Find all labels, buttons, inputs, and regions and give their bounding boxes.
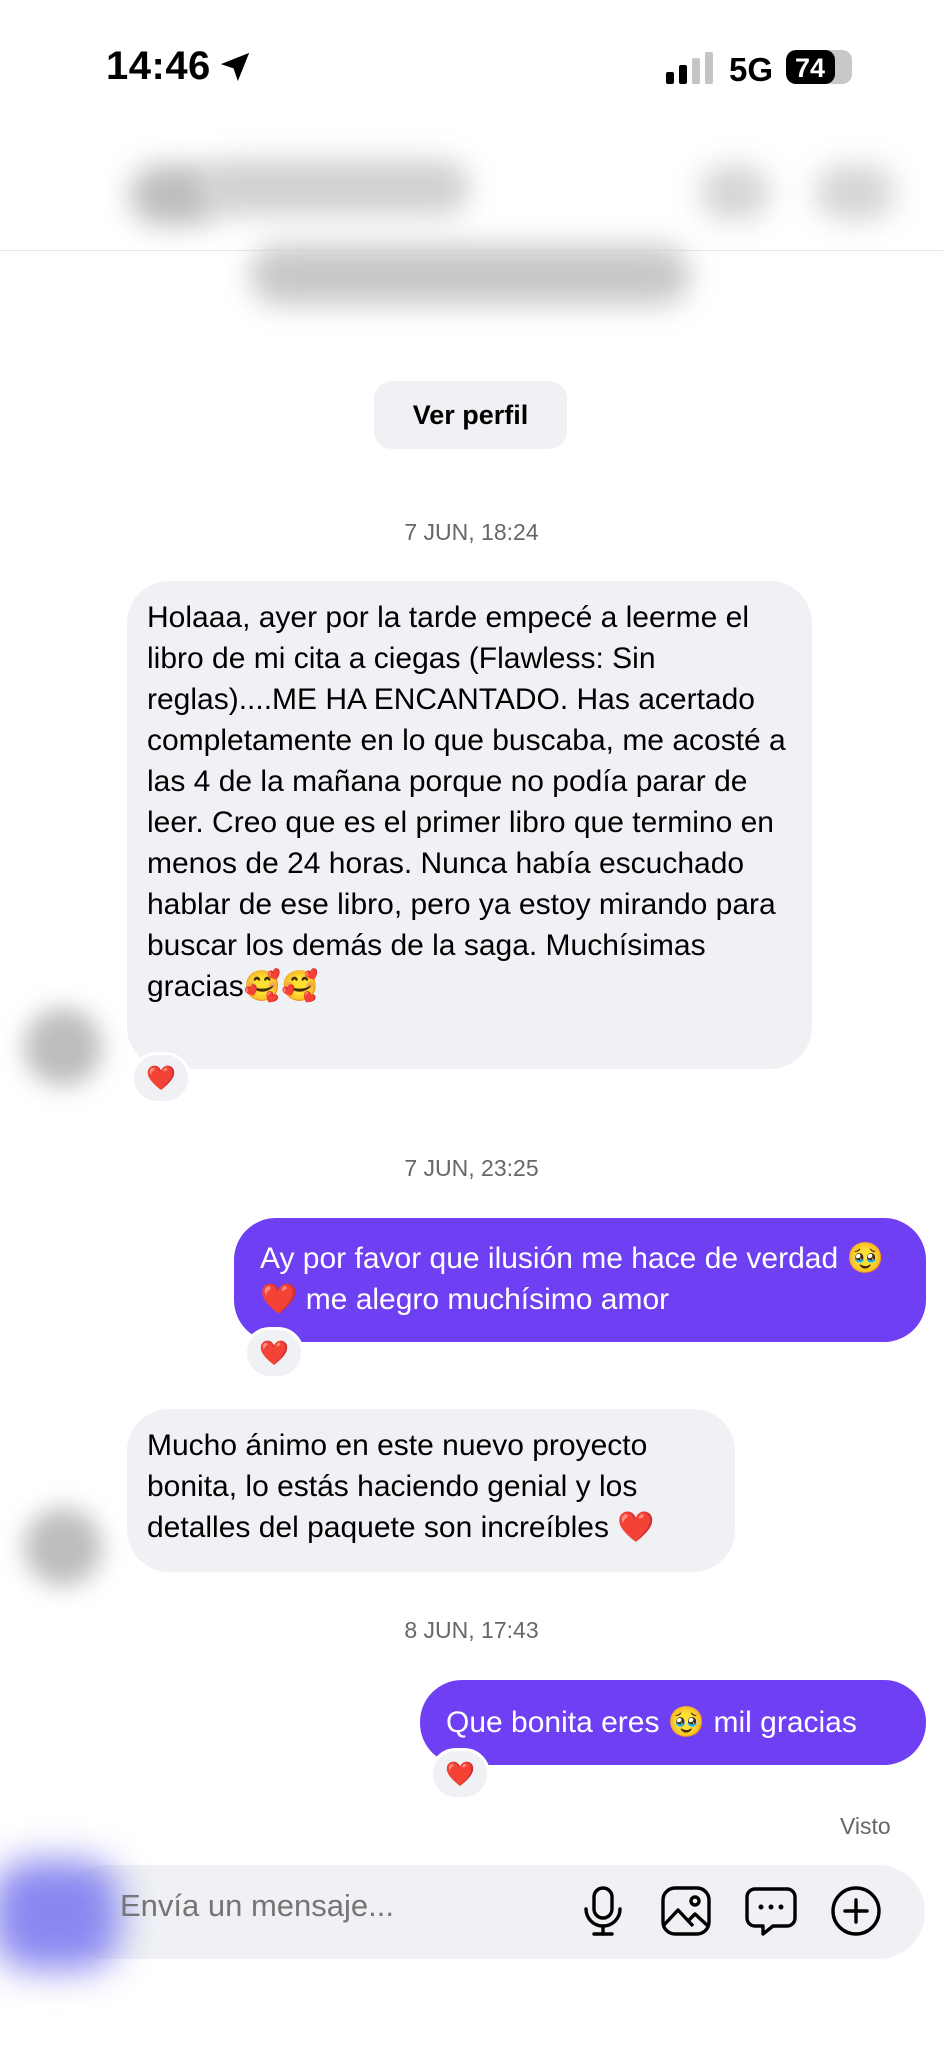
- plus-circle-icon[interactable]: [830, 1885, 882, 1937]
- outgoing-message[interactable]: Ay por favor que ilusión me hace de verd…: [234, 1218, 926, 1342]
- date-separator: 7 JUN, 18:24: [404, 519, 539, 545]
- microphone-icon[interactable]: [577, 1885, 629, 1937]
- location-arrow-icon: [220, 52, 250, 82]
- network-type: 5G: [729, 51, 774, 88]
- outgoing-message[interactable]: Que bonita eres 🥹 mil gracias: [420, 1680, 926, 1765]
- message-input[interactable]: [120, 1888, 550, 1924]
- status-time: 14:46: [106, 44, 211, 88]
- call-icon-blurred[interactable]: [700, 165, 770, 220]
- contact-avatar[interactable]: [24, 1008, 102, 1086]
- heart-reaction[interactable]: ❤️: [131, 1052, 191, 1104]
- incoming-message[interactable]: Mucho ánimo en este nuevo proyecto bonit…: [127, 1409, 735, 1572]
- username-blurred[interactable]: [200, 160, 470, 215]
- heart-reaction[interactable]: ❤️: [430, 1748, 490, 1800]
- battery-icon: 74: [786, 50, 852, 84]
- battery-level: 74: [795, 53, 826, 83]
- date-separator: 7 JUN, 23:25: [404, 1155, 539, 1181]
- view-profile-button[interactable]: Ver perfil: [374, 381, 567, 449]
- date-separator: 8 JUN, 17:43: [404, 1617, 539, 1643]
- contact-avatar[interactable]: [24, 1508, 102, 1586]
- video-icon-blurred[interactable]: [815, 165, 895, 220]
- sticker-chat-icon[interactable]: [745, 1885, 797, 1937]
- incoming-message[interactable]: Holaaa, ayer por la tarde empecé a leerm…: [127, 581, 812, 1069]
- profile-info-blurred: [250, 245, 690, 305]
- image-icon[interactable]: [660, 1885, 712, 1937]
- signal-bars-icon: [666, 52, 713, 84]
- heart-reaction[interactable]: ❤️: [244, 1327, 304, 1379]
- camera-button-blurred[interactable]: [0, 1860, 120, 1970]
- seen-status: Visto: [840, 1813, 891, 1839]
